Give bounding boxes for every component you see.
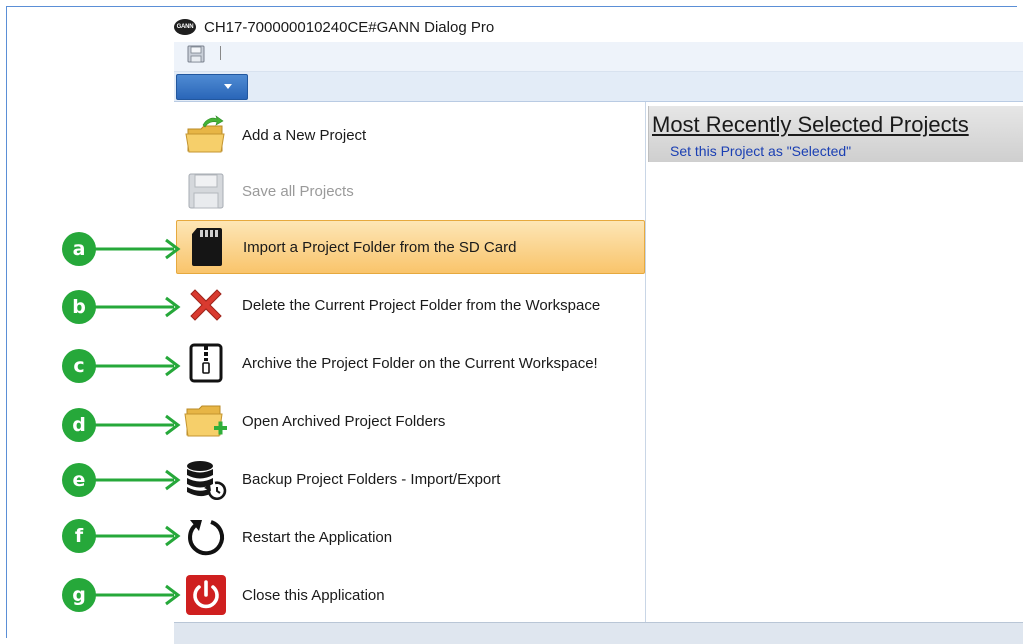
callout-badge: d (62, 408, 96, 442)
chevron-down-icon (224, 84, 232, 89)
set-selected-project-link[interactable]: Set this Project as "Selected" (670, 143, 851, 159)
callout-badge: e (62, 463, 96, 497)
database-restore-icon (184, 457, 228, 501)
folder-plus-icon (184, 399, 228, 443)
zip-archive-icon (184, 341, 228, 385)
callout-arrow-icon (94, 414, 181, 436)
ribbon-tab-strip (174, 72, 1023, 102)
menu-item-label: Close this Application (242, 586, 385, 604)
power-icon (184, 573, 228, 617)
status-bar (174, 622, 1023, 644)
callout-badge: g (62, 578, 96, 612)
menu-item-import-sd-card[interactable]: Import a Project Folder from the SD Card (176, 220, 645, 274)
menu-item-delete-project-folder[interactable]: Delete the Current Project Folder from t… (176, 278, 645, 332)
recent-projects-panel: Most Recently Selected Projects Set this… (648, 106, 1023, 622)
sd-card-icon (185, 225, 229, 269)
callout-badge: a (62, 232, 96, 266)
menu-item-save-all-projects[interactable]: Save all Projects (176, 164, 645, 218)
red-x-icon (184, 283, 228, 327)
callout-arrow-icon (94, 238, 181, 260)
callout-badge: b (62, 290, 96, 324)
quick-access-toolbar (174, 42, 1023, 72)
menu-item-add-new-project[interactable]: Add a New Project (176, 108, 645, 162)
callout-f: f (62, 519, 182, 553)
callout-arrow-icon (94, 296, 181, 318)
app-logo-icon: GANN (174, 19, 196, 35)
menu-item-label: Save all Projects (242, 182, 354, 200)
callout-badge: f (62, 519, 96, 553)
menu-item-label: Archive the Project Folder on the Curren… (242, 354, 598, 372)
callout-b: b (62, 290, 182, 324)
menu-item-open-archived-folders[interactable]: Open Archived Project Folders (176, 394, 645, 448)
callout-d: d (62, 408, 182, 442)
callout-arrow-icon (94, 469, 181, 491)
floppy-disk-icon (184, 169, 228, 213)
callout-a: a (62, 232, 182, 266)
callout-e: e (62, 463, 182, 497)
callout-arrow-icon (94, 584, 181, 606)
menu-item-restart-application[interactable]: Restart the Application (176, 510, 645, 564)
menu-item-label: Delete the Current Project Folder from t… (242, 296, 601, 314)
menu-item-label: Import a Project Folder from the SD Card (243, 238, 517, 256)
window-title: CH17-700000010240CE#GANN Dialog Pro (204, 18, 495, 36)
file-menu-tab[interactable] (176, 74, 248, 100)
recent-projects-header: Most Recently Selected Projects Set this… (648, 106, 1023, 162)
callout-arrow-icon (94, 355, 181, 377)
add-folder-icon (184, 113, 228, 157)
menu-item-backup-project-folders[interactable]: Backup Project Folders - Import/Export (176, 452, 645, 506)
save-icon[interactable] (186, 44, 206, 64)
menu-item-close-application[interactable]: Close this Application (176, 568, 645, 622)
callout-arrow-icon (94, 525, 181, 547)
menu-item-label: Restart the Application (242, 528, 393, 546)
menu-item-label: Add a New Project (242, 126, 367, 144)
callout-g: g (62, 578, 182, 612)
title-bar: GANN CH17-700000010240CE#GANN Dialog Pro (174, 14, 494, 40)
menu-item-archive-project-folder[interactable]: Archive the Project Folder on the Curren… (176, 336, 645, 390)
restart-icon (184, 515, 228, 559)
menu-item-label: Open Archived Project Folders (242, 412, 446, 430)
file-menu-panel: Add a New Project Save all Projects Impo… (174, 102, 646, 622)
callout-badge: c (62, 349, 96, 383)
recent-projects-title: Most Recently Selected Projects (652, 112, 969, 137)
callout-c: c (62, 349, 182, 383)
toolbar-separator (220, 46, 221, 60)
menu-item-label: Backup Project Folders - Import/Export (242, 470, 501, 488)
